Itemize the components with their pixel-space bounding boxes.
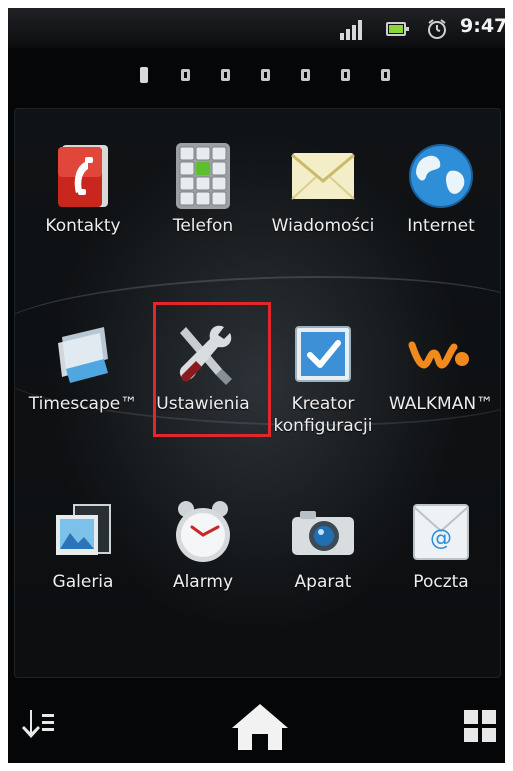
settings-tools-icon bbox=[179, 325, 232, 385]
app-kontakty[interactable]: Kontakty bbox=[23, 141, 143, 291]
alarm-clock-icon bbox=[176, 501, 230, 562]
app-label: Kreator konfiguracji bbox=[273, 394, 373, 436]
timescape-icon bbox=[58, 327, 108, 383]
app-label: Kontakty bbox=[45, 216, 121, 236]
phone-dialpad-icon bbox=[176, 143, 230, 209]
page-dot[interactable] bbox=[221, 69, 230, 81]
sort-icon[interactable] bbox=[22, 708, 54, 742]
svg-text:@: @ bbox=[430, 526, 452, 551]
battery-icon bbox=[386, 22, 409, 36]
app-timescape[interactable]: Timescape™ bbox=[23, 319, 143, 469]
page-indicator[interactable] bbox=[135, 66, 395, 83]
app-grid-icon[interactable] bbox=[464, 710, 496, 742]
app-label: Internet bbox=[407, 216, 475, 236]
app-grid: Kontakty Telefon Wiadomości Internet Tim… bbox=[14, 108, 501, 678]
camera-icon bbox=[292, 511, 354, 555]
app-galeria[interactable]: Galeria bbox=[23, 497, 143, 647]
checkbox-icon bbox=[295, 326, 351, 382]
email-icon: @ bbox=[413, 504, 469, 560]
app-internet[interactable]: Internet bbox=[381, 141, 500, 291]
page-dot[interactable] bbox=[341, 69, 350, 81]
signal-icon bbox=[340, 20, 368, 40]
status-time: 9:47 bbox=[460, 15, 505, 37]
globe-icon bbox=[409, 144, 473, 208]
app-label: Wiadomości bbox=[271, 216, 375, 236]
alarm-clock-icon bbox=[428, 19, 446, 39]
app-telefon[interactable]: Telefon bbox=[143, 141, 263, 291]
app-label: Aparat bbox=[294, 572, 352, 592]
gallery-icon bbox=[56, 504, 111, 555]
app-walkman[interactable]: WALKMAN™ bbox=[381, 319, 500, 469]
contacts-icon bbox=[58, 145, 108, 207]
page-dot[interactable] bbox=[181, 69, 190, 81]
app-ustawienia[interactable]: Ustawienia bbox=[143, 319, 263, 469]
app-label: Telefon bbox=[172, 216, 234, 236]
page-dot[interactable] bbox=[301, 69, 310, 81]
app-alarmy[interactable]: Alarmy bbox=[143, 497, 263, 647]
app-label: Galeria bbox=[52, 572, 114, 592]
page-dot[interactable] bbox=[140, 67, 148, 83]
app-wiadomosci[interactable]: Wiadomości bbox=[263, 141, 383, 291]
bottom-bar bbox=[8, 688, 505, 763]
app-kreator-konfiguracji[interactable]: Kreator konfiguracji bbox=[263, 319, 383, 469]
app-poczta[interactable]: @ Poczta bbox=[381, 497, 500, 647]
app-label: WALKMAN™ bbox=[388, 394, 494, 414]
status-bar: 9:47 bbox=[8, 8, 505, 48]
messages-envelope-icon bbox=[291, 153, 355, 200]
page-dot[interactable] bbox=[381, 69, 390, 81]
app-label: Ustawienia bbox=[156, 394, 250, 414]
app-label: Timescape™ bbox=[28, 394, 138, 414]
walkman-icon bbox=[408, 341, 469, 369]
app-aparat[interactable]: Aparat bbox=[263, 497, 383, 647]
home-icon[interactable] bbox=[230, 702, 290, 752]
phone-screen: 9:47 Kontakty Telefon Wiadomości Interne… bbox=[8, 8, 505, 763]
app-label: Alarmy bbox=[172, 572, 234, 592]
page-dot[interactable] bbox=[261, 69, 270, 81]
app-label: Poczta bbox=[413, 572, 469, 592]
